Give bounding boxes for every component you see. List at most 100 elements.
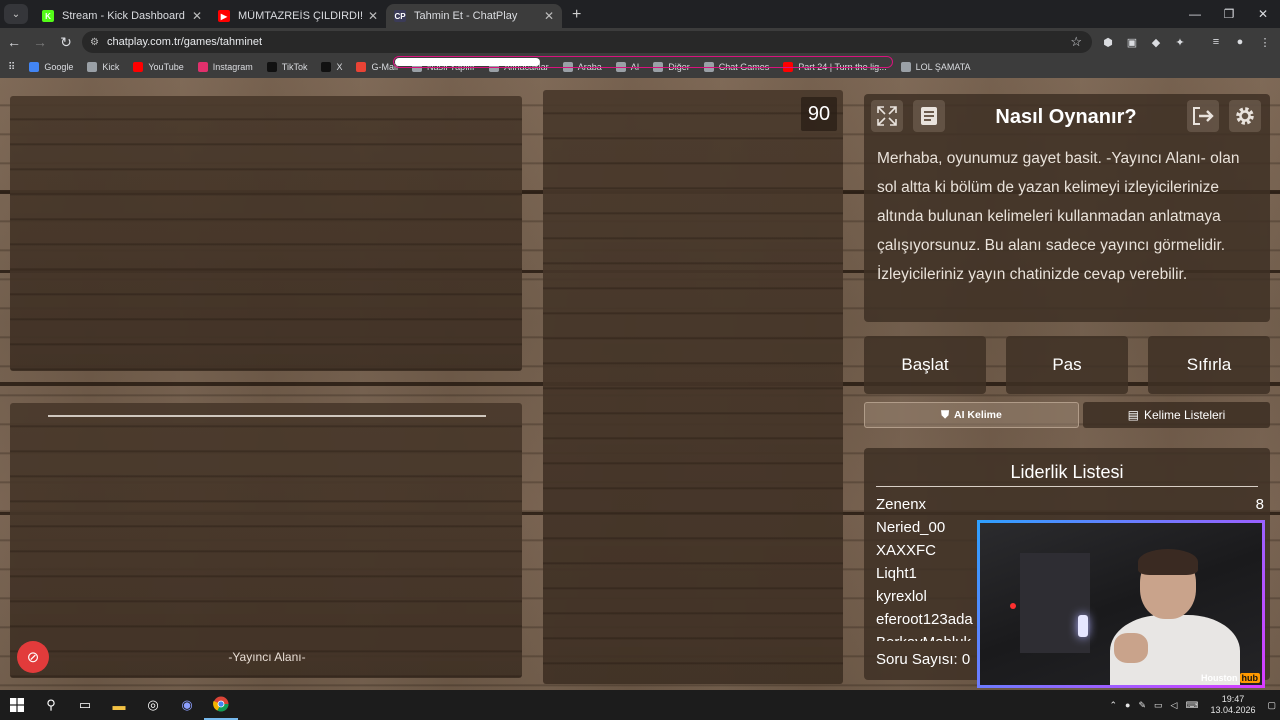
chatplay-favicon-icon: CP <box>394 10 406 22</box>
bookmark-icon <box>266 62 277 72</box>
bookmark-icon <box>900 62 911 72</box>
player-name: Zenenx <box>876 496 927 513</box>
bookmark-item[interactable]: G-Mail <box>356 62 398 72</box>
bookmark-icon <box>133 62 144 72</box>
pen-icon[interactable]: ✎ <box>1138 700 1146 711</box>
settings-gear-icon[interactable] <box>1229 100 1261 132</box>
countdown-timer: 90 <box>801 97 837 131</box>
robot-icon: ⛊ <box>941 408 949 421</box>
word-lists-label: Kelime Listeleri <box>1143 408 1226 422</box>
fullscreen-icon[interactable] <box>871 100 903 132</box>
chevron-up-icon[interactable]: ⌃ <box>1109 700 1117 711</box>
kick-favicon-icon: K <box>42 10 54 22</box>
browser-tab-strip: ⌄ K Stream - Kick Dashboard ✕ ▶ MÜMTAZRE… <box>0 0 1280 28</box>
new-tab-icon[interactable]: + <box>572 6 581 24</box>
close-tab-icon[interactable]: ✕ <box>192 9 202 23</box>
bookmark-icon <box>356 62 367 72</box>
minimize-icon[interactable]: — <box>1178 0 1212 28</box>
keyboard-icon[interactable]: ⌨ <box>1185 700 1198 711</box>
red-light <box>1010 603 1016 609</box>
bookmark-label: Kick <box>102 62 120 72</box>
bookmark-label: X <box>336 62 343 72</box>
clipboard-icon: ▤ <box>1127 408 1139 422</box>
back-icon[interactable]: ← <box>2 30 26 54</box>
restore-icon[interactable]: ❐ <box>1212 0 1246 28</box>
profile-avatar-icon[interactable]: ● <box>1230 32 1250 52</box>
tab-title: Tahmin Et - ChatPlay <box>414 10 518 22</box>
app-icon[interactable]: ◎ <box>136 690 170 720</box>
streamer-hair <box>1138 549 1198 575</box>
hint-words-panel <box>10 96 522 371</box>
tab-kick-dashboard[interactable]: K Stream - Kick Dashboard ✕ <box>34 4 210 28</box>
how-to-play-title: Nasıl Oynanır? <box>995 106 1137 128</box>
bookmark-item[interactable]: Instagram <box>197 62 253 72</box>
bookmark-item[interactable]: YouTube <box>133 62 184 72</box>
bookmark-label: YouTube <box>148 62 184 72</box>
tab-title: Stream - Kick Dashboard <box>62 10 185 22</box>
streamer-hand <box>1114 633 1148 663</box>
windows-start-icon[interactable] <box>0 690 34 720</box>
bookmark-item[interactable]: Kick <box>87 62 119 72</box>
media-controls-icon[interactable]: ≡ <box>1206 32 1226 52</box>
extension-icon[interactable]: ▣ <box>1122 32 1142 52</box>
extensions-puzzle-icon[interactable]: ✦ <box>1170 32 1190 52</box>
close-tab-icon[interactable]: ✕ <box>368 9 378 23</box>
shield-extension-icon[interactable]: ⬢ <box>1098 32 1118 52</box>
leaderboard-title: Liderlik Listesi <box>1010 462 1124 482</box>
search-icon[interactable]: ⚲ <box>34 690 68 720</box>
bookmark-star-icon[interactable]: ☆ <box>1070 34 1082 50</box>
start-button[interactable]: Başlat <box>864 336 986 394</box>
brand-badge: hub <box>1239 673 1260 683</box>
notifications-icon[interactable]: ▢ <box>1267 700 1276 711</box>
notes-icon[interactable] <box>913 100 945 132</box>
leaderboard-row: Zenenx 8 <box>876 493 1264 516</box>
tab-youtube-video[interactable]: ▶ MÜMTAZREİS ÇILDIRDI! OKAN ✕ <box>210 4 386 28</box>
bookmark-icon <box>321 62 332 72</box>
bookmark-label: LOL ŞAMATA <box>915 62 971 72</box>
reset-button[interactable]: Sıfırla <box>1148 336 1270 394</box>
bookmark-item[interactable]: TikTok <box>266 62 307 72</box>
tab-search-button[interactable]: ⌄ <box>4 4 28 24</box>
volume-icon[interactable]: ◁ <box>1171 700 1178 711</box>
blocked-icon[interactable]: ⊘ <box>17 641 49 673</box>
word-lists-button[interactable]: ▤ Kelime Listeleri <box>1083 402 1270 428</box>
close-tab-icon[interactable]: ✕ <box>544 9 554 23</box>
streamer-area-label: -Yayıncı Alanı- <box>228 650 306 664</box>
bookmark-label: Instagram <box>212 62 253 72</box>
how-to-play-text: Merhaba, oyunumuz gayet basit. -Yayıncı … <box>877 150 1240 283</box>
discord-icon[interactable]: ◉ <box>170 690 204 720</box>
bookmark-icon <box>87 62 98 72</box>
address-bar[interactable]: ⚙ chatplay.com.tr/games/tahminet ☆ <box>82 31 1092 53</box>
reload-icon[interactable]: ↻ <box>54 30 78 54</box>
apps-grid-icon[interactable]: ⠿ <box>8 62 15 73</box>
tab-chatplay[interactable]: CP Tahmin Et - ChatPlay ✕ <box>386 4 562 28</box>
tab-title: MÜMTAZREİS ÇILDIRDI! OKAN <box>238 10 362 22</box>
file-explorer-icon[interactable]: ▬ <box>102 690 136 720</box>
player-name: eferoot123ada <box>876 611 973 628</box>
browser-menu-icon[interactable]: ⋮ <box>1255 32 1275 52</box>
chrome-icon[interactable] <box>204 690 238 720</box>
streamer-figure <box>1110 549 1240 685</box>
ai-word-button[interactable]: ⛊ AI Kelime <box>864 402 1079 428</box>
url-text: chatplay.com.tr/games/tahminet <box>106 36 263 48</box>
background-shelf <box>1020 553 1090 653</box>
microphone-icon[interactable]: ● <box>1125 700 1130 710</box>
bookmark-item[interactable]: Google <box>29 62 73 72</box>
player-score: 8 <box>1255 496 1264 513</box>
close-window-icon[interactable]: ✕ <box>1246 0 1280 28</box>
bookmark-item[interactable]: LOL ŞAMATA <box>900 62 971 72</box>
task-view-icon[interactable]: ▭ <box>68 690 102 720</box>
exit-icon[interactable] <box>1187 100 1219 132</box>
player-name: Neried_00 <box>876 519 946 536</box>
player-name: Liqht1 <box>876 565 917 582</box>
pass-button[interactable]: Pas <box>1006 336 1128 394</box>
window-controls: — ❐ ✕ <box>1178 0 1280 28</box>
forward-icon[interactable]: → <box>28 30 52 54</box>
site-info-icon[interactable]: ⚙ <box>90 37 99 48</box>
bookmark-item[interactable]: X <box>321 62 342 72</box>
taskbar-clock[interactable]: 19:47 13.04.2026 <box>1210 694 1255 716</box>
network-icon[interactable]: ▭ <box>1154 700 1163 711</box>
bookmark-icon <box>197 62 208 72</box>
player-name: kyrexlol <box>876 588 927 605</box>
security-extension-icon[interactable]: ◆ <box>1146 32 1166 52</box>
